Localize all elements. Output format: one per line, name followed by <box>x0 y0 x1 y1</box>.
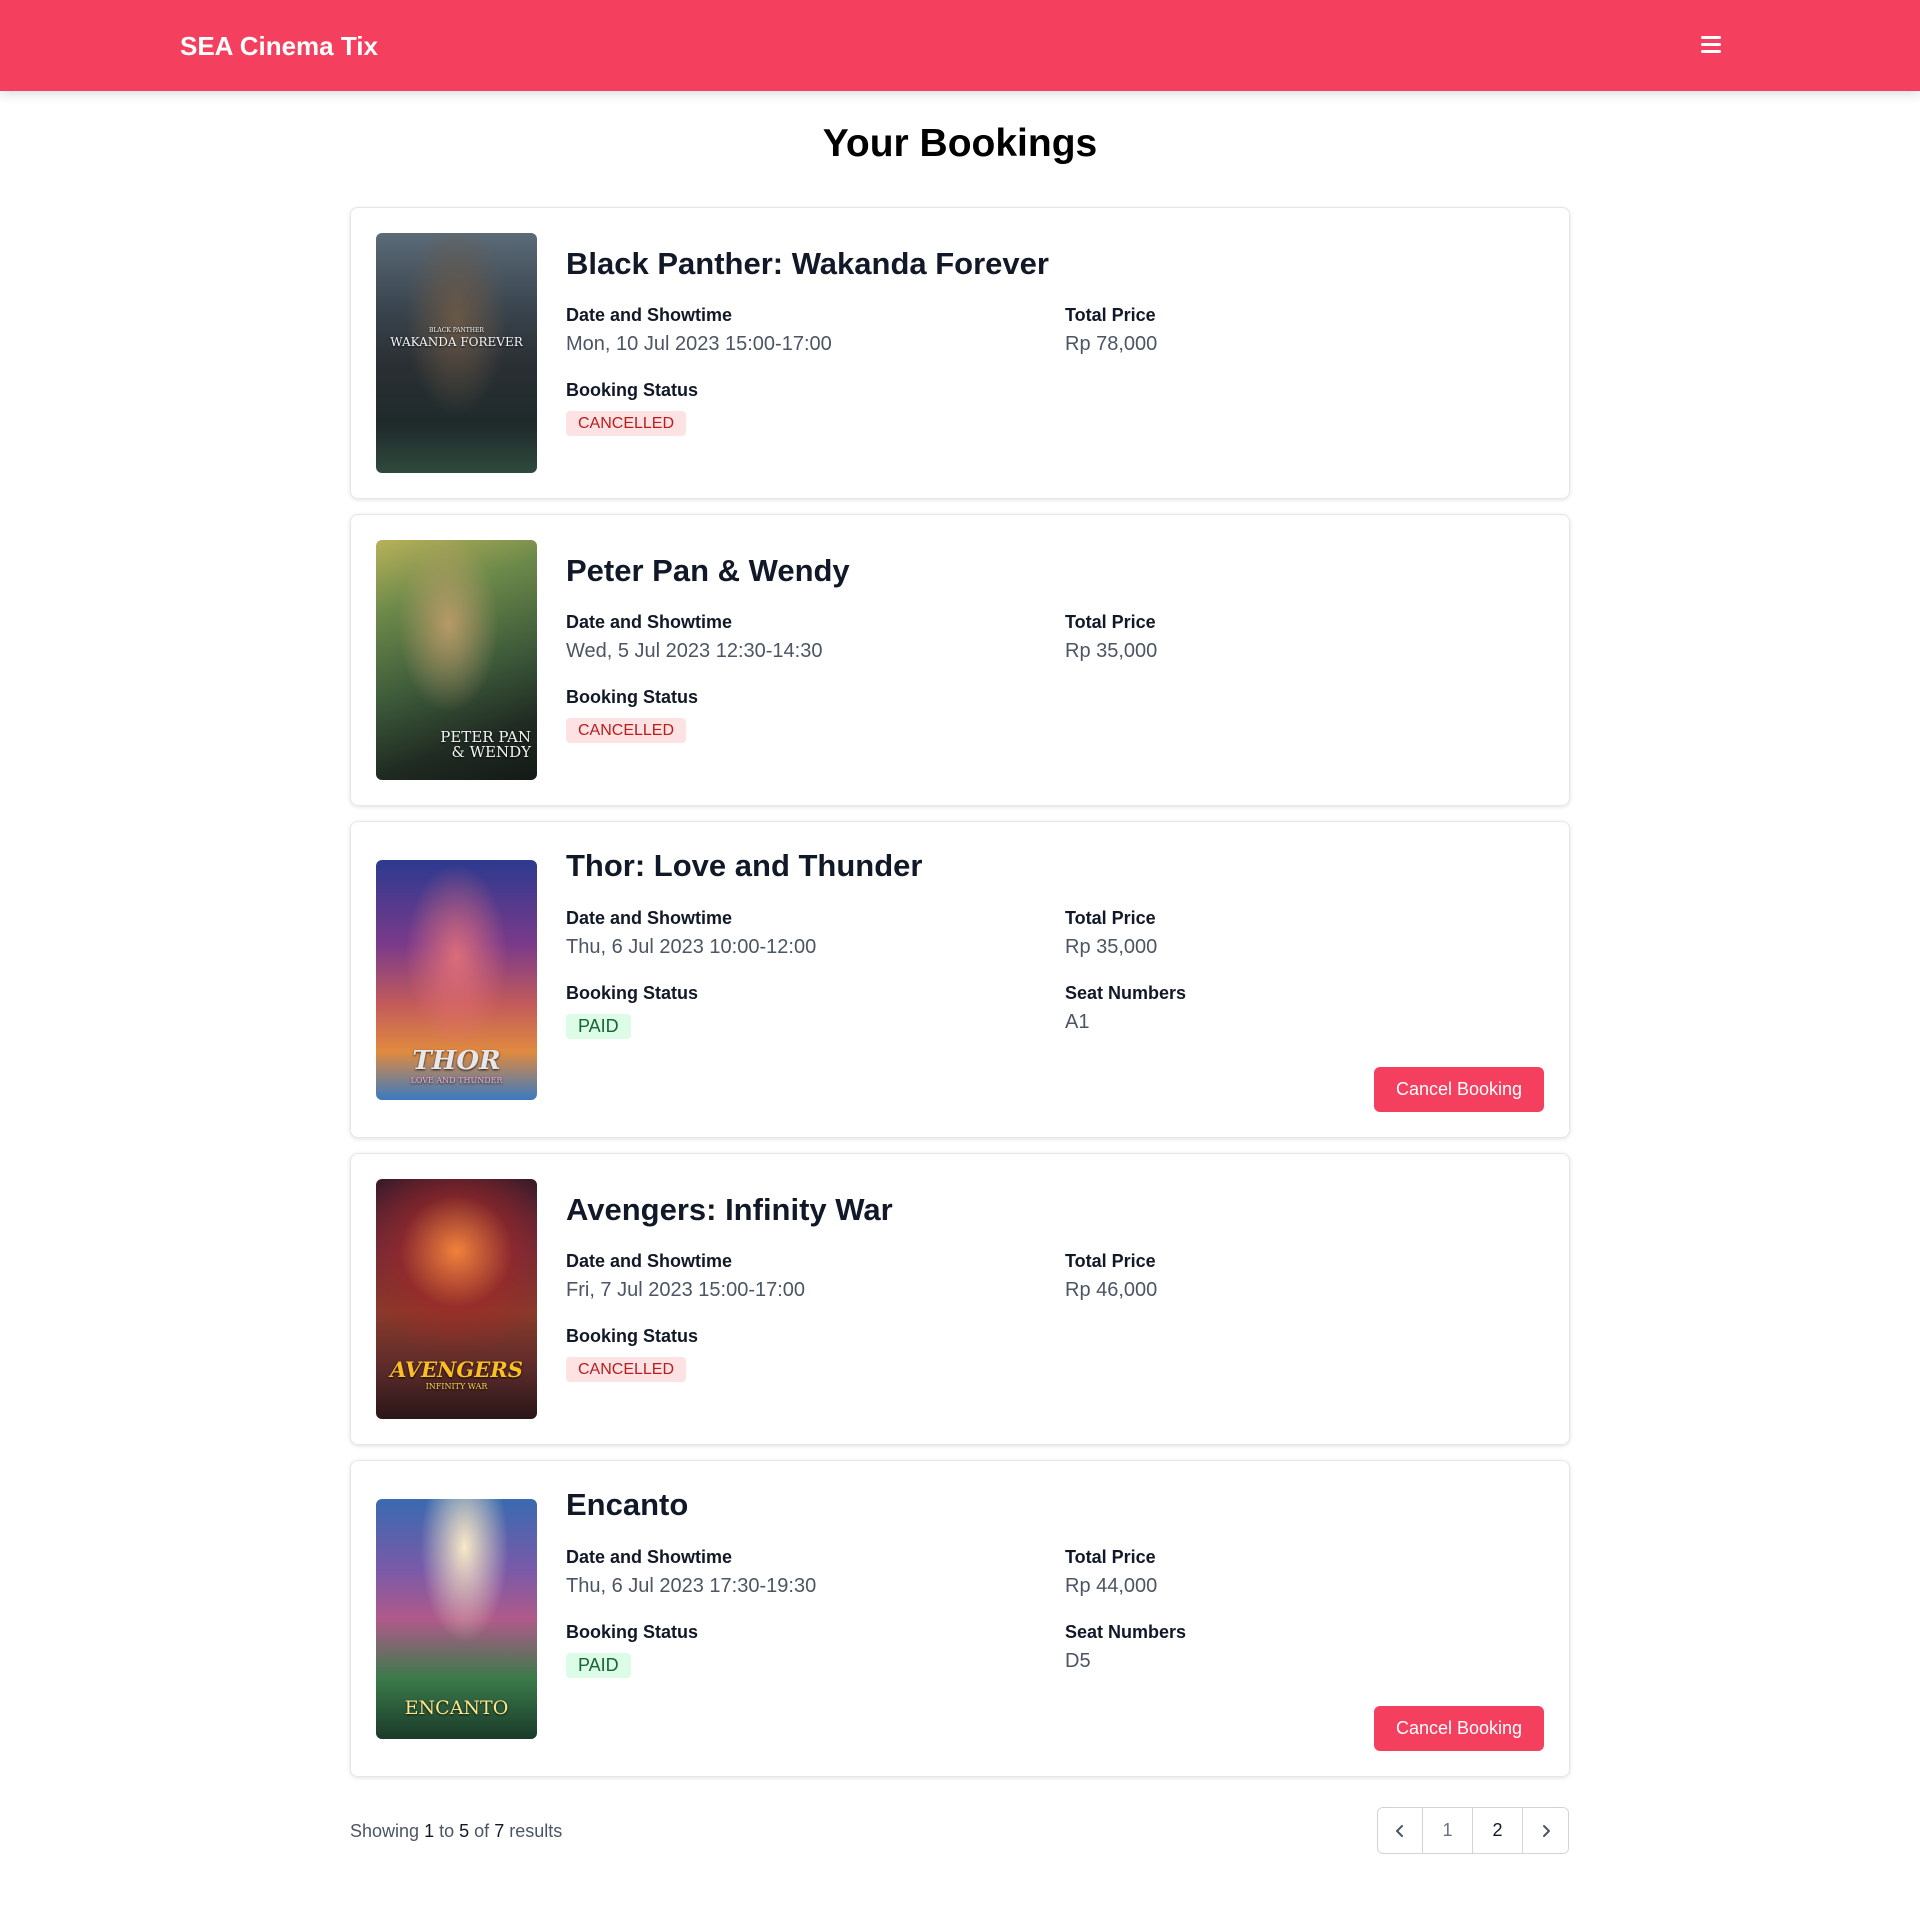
status-label: Booking Status <box>566 983 699 1003</box>
poster-title-text: WAKANDA FOREVER <box>390 335 523 349</box>
pagination: 1 2 <box>1377 1807 1569 1854</box>
status-badge: PAID <box>566 1653 631 1678</box>
page-title: Your Bookings <box>822 122 1098 165</box>
poster-image <box>376 233 537 473</box>
status-field: Booking Status CANCELLED <box>566 1325 698 1382</box>
results-total: 7 <box>494 1821 505 1841</box>
status-badge: CANCELLED <box>566 411 687 436</box>
seats-label: Seat Numbers <box>1065 1622 1187 1642</box>
status-field: Booking Status CANCELLED <box>566 379 698 436</box>
status-label: Booking Status <box>566 1622 699 1642</box>
results-summary: Showing 1 to 5 of 7 results <box>350 1819 562 1843</box>
price-value: Rp 35,000 <box>1065 936 1158 958</box>
price-label: Total Price <box>1065 305 1156 325</box>
price-field: Total Price Rp 35,000 <box>1065 907 1157 959</box>
seats-field: Seat Numbers D5 <box>1065 1621 1186 1673</box>
brand-logo-text[interactable]: SEA Cinema Tix <box>180 30 378 62</box>
movie-poster: ENCANTO <box>376 1499 537 1739</box>
poster-title-subtext: INFINITY WAR <box>425 1382 488 1391</box>
chevron-right-icon[interactable] <box>1523 1808 1568 1853</box>
price-value: Rp 46,000 <box>1065 1279 1158 1301</box>
price-value: Rp 35,000 <box>1065 640 1158 662</box>
movie-title: Encanto <box>566 1487 689 1522</box>
seats-value: D5 <box>1065 1650 1091 1672</box>
movie-title: Thor: Love and Thunder <box>566 848 923 883</box>
cancel-booking-button[interactable]: Cancel Booking <box>1374 1067 1544 1112</box>
movie-title: Avengers: Infinity War <box>566 1192 893 1227</box>
poster-title-text: PETER PAN & WENDY <box>440 728 531 761</box>
booking-card: PETER PAN & WENDY Peter Pan & Wendy Date… <box>350 514 1570 806</box>
price-label: Total Price <box>1065 612 1156 632</box>
price-value: Rp 78,000 <box>1065 333 1158 355</box>
status-label: Booking Status <box>566 380 699 400</box>
price-label: Total Price <box>1065 908 1156 928</box>
price-field: Total Price Rp 46,000 <box>1065 1250 1157 1302</box>
price-field: Total Price Rp 44,000 <box>1065 1546 1157 1598</box>
price-value: Rp 44,000 <box>1065 1575 1158 1597</box>
movie-title: Black Panther: Wakanda Forever <box>566 246 1049 281</box>
seats-field: Seat Numbers A1 <box>1065 982 1186 1034</box>
showtime-value: Wed, 5 Jul 2023 12:30-14:30 <box>566 640 823 662</box>
movie-poster: BLACK PANTHER WAKANDA FOREVER <box>376 233 537 473</box>
seats-label: Seat Numbers <box>1065 983 1187 1003</box>
movie-poster: THOR LOVE AND THUNDER <box>376 860 537 1100</box>
price-label: Total Price <box>1065 1251 1156 1271</box>
top-navbar: SEA Cinema Tix <box>0 0 1920 91</box>
showtime-field: Date and Showtime Thu, 6 Jul 2023 10:00-… <box>566 907 816 959</box>
status-label: Booking Status <box>566 1326 699 1346</box>
poster-title-text: ENCANTO <box>404 1697 509 1719</box>
status-label: Booking Status <box>566 687 699 707</box>
showtime-value: Fri, 7 Jul 2023 15:00-17:00 <box>566 1279 806 1301</box>
showtime-value: Thu, 6 Jul 2023 10:00-12:00 <box>566 936 817 958</box>
status-badge: CANCELLED <box>566 1357 687 1382</box>
price-field: Total Price Rp 35,000 <box>1065 611 1157 663</box>
price-label: Total Price <box>1065 1547 1156 1567</box>
results-to: 5 <box>459 1821 470 1841</box>
movie-poster: PETER PAN & WENDY <box>376 540 537 780</box>
page-button-1[interactable]: 1 <box>1423 1808 1473 1853</box>
poster-title-text: AVENGERS <box>390 1357 523 1382</box>
showtime-label: Date and Showtime <box>566 1547 733 1567</box>
price-field: Total Price Rp 78,000 <box>1065 304 1157 356</box>
poster-title-subtext: LOVE AND THUNDER <box>410 1076 503 1085</box>
poster-title-text: THOR <box>412 1046 501 1076</box>
chevron-left-icon[interactable] <box>1378 1808 1423 1853</box>
results-of-text: of <box>474 1821 490 1841</box>
booking-card: ENCANTO Encanto Date and Showtime Thu, 6… <box>350 1460 1570 1777</box>
showtime-label: Date and Showtime <box>566 612 733 632</box>
poster-title-top: BLACK PANTHER <box>429 327 484 334</box>
showtime-field: Date and Showtime Thu, 6 Jul 2023 17:30-… <box>566 1546 816 1598</box>
showtime-value: Thu, 6 Jul 2023 17:30-19:30 <box>566 1575 817 1597</box>
status-field: Booking Status CANCELLED <box>566 686 698 743</box>
booking-card: THOR LOVE AND THUNDER Thor: Love and Thu… <box>350 821 1570 1138</box>
showtime-label: Date and Showtime <box>566 305 733 325</box>
movie-title: Peter Pan & Wendy <box>566 553 850 588</box>
movie-poster: AVENGERS INFINITY WAR <box>376 1179 537 1419</box>
page-button-2[interactable]: 2 <box>1473 1808 1523 1853</box>
results-from: 1 <box>424 1821 435 1841</box>
showtime-value: Mon, 10 Jul 2023 15:00-17:00 <box>566 333 832 355</box>
status-badge: PAID <box>566 1014 631 1039</box>
status-badge: CANCELLED <box>566 718 687 743</box>
showtime-label: Date and Showtime <box>566 908 733 928</box>
results-to-text: to <box>439 1821 455 1841</box>
status-field: Booking Status PAID <box>566 1621 698 1678</box>
hamburger-menu-icon[interactable] <box>1698 32 1724 58</box>
booking-card: BLACK PANTHER WAKANDA FOREVER Black Pant… <box>350 207 1570 499</box>
showtime-field: Date and Showtime Wed, 5 Jul 2023 12:30-… <box>566 611 822 663</box>
booking-card: AVENGERS INFINITY WAR Avengers: Infinity… <box>350 1153 1570 1445</box>
showtime-field: Date and Showtime Mon, 10 Jul 2023 15:00… <box>566 304 832 356</box>
seats-value: A1 <box>1065 1011 1090 1033</box>
status-field: Booking Status PAID <box>566 982 698 1039</box>
results-showing-text: Showing <box>350 1821 420 1841</box>
cancel-booking-button[interactable]: Cancel Booking <box>1374 1706 1544 1751</box>
showtime-label: Date and Showtime <box>566 1251 733 1271</box>
results-label: results <box>509 1821 563 1841</box>
showtime-field: Date and Showtime Fri, 7 Jul 2023 15:00-… <box>566 1250 805 1302</box>
